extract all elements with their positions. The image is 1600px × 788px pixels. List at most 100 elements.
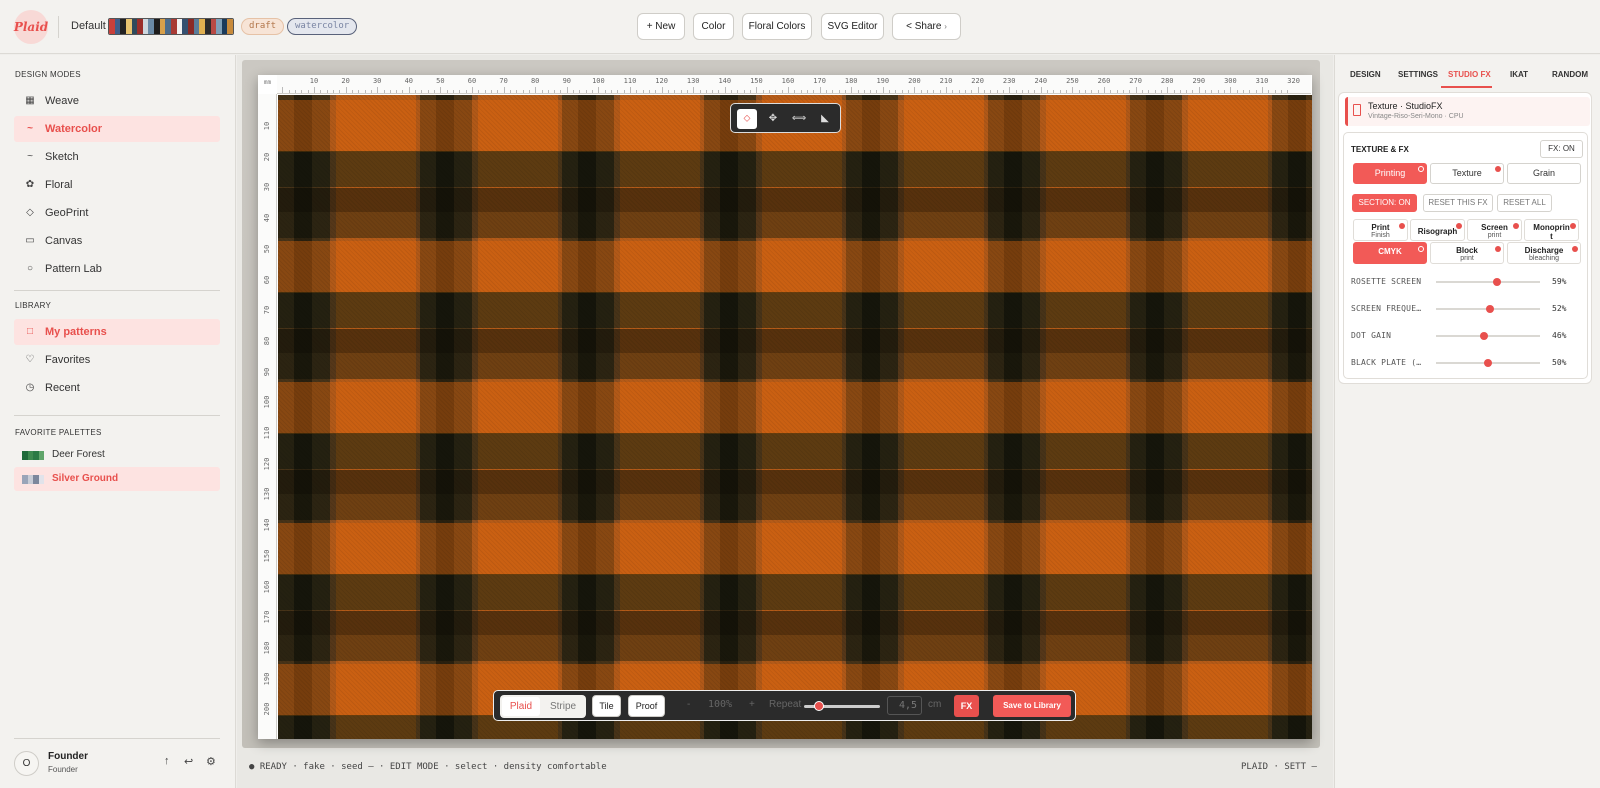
mode-watercolor[interactable]: ~ Watercolor (14, 116, 220, 142)
tab-settings[interactable]: SETTINGS (1398, 70, 1438, 79)
tab-design[interactable]: DESIGN (1350, 70, 1381, 79)
fx-button[interactable]: FX (954, 695, 979, 717)
ruler-tick-mark (712, 90, 714, 93)
ruler-tick-mark (863, 90, 865, 93)
dot-gain-slider[interactable] (1436, 332, 1540, 340)
ruler-tick-mark (332, 90, 334, 93)
ruler-tick-mark (636, 90, 638, 93)
ruler-tick-mark (927, 90, 929, 93)
plaid-logo[interactable]: Plaid (14, 10, 48, 44)
library-my-patterns[interactable]: □ My patterns (14, 319, 220, 345)
tab-ikat[interactable]: IKAT (1510, 70, 1528, 79)
library-heading: LIBRARY (15, 301, 52, 310)
ruler-tick-mark (889, 90, 891, 93)
black-plate-slider[interactable] (1436, 359, 1540, 367)
ruler-tick-mark (661, 87, 663, 93)
ruler-tick-mark (648, 90, 650, 93)
upload-icon[interactable]: ↑ (164, 755, 170, 767)
effect-discharge[interactable]: Discharge bleaching (1507, 242, 1581, 264)
repeat-label: Repeat (769, 699, 802, 710)
section-on-toggle[interactable]: SECTION: ON (1352, 194, 1417, 212)
effect-sub: t (1550, 232, 1553, 241)
texture-fx-heading: TEXTURE & FX (1351, 145, 1409, 154)
dot-gain-value: 46% (1552, 331, 1567, 340)
palette-deer-forest[interactable]: Deer Forest (14, 443, 220, 467)
plaid-pattern-canvas[interactable] (278, 95, 1312, 739)
ruler-tick-mark (446, 90, 448, 93)
stripe-tab[interactable]: Stripe (544, 697, 582, 716)
palette-swatch-strip[interactable] (108, 18, 234, 35)
mode-floral[interactable]: ✿ Floral (14, 172, 220, 198)
ruler-tick-mark (547, 90, 549, 93)
fx-on-toggle[interactable]: FX: ON (1540, 140, 1583, 158)
divider (14, 290, 220, 291)
repeat-slider[interactable] (804, 701, 880, 711)
repeat-slider-handle[interactable] (814, 701, 825, 711)
canvas-toolbar: ⬦ ✥ ⟺ ◣ (730, 103, 841, 133)
ruler-tick-mark (301, 90, 303, 93)
reset-this-fx-button[interactable]: RESET THIS FX (1423, 194, 1493, 212)
ruler-tick-mark (699, 90, 701, 93)
ruler-tick-mark (762, 90, 764, 93)
ruler-tick-mark (1040, 87, 1042, 93)
reset-all-button[interactable]: RESET ALL (1497, 194, 1552, 212)
ruler-tick-mark (497, 90, 499, 93)
subtab-printing[interactable]: Printing (1353, 163, 1427, 184)
tab-studio-fx[interactable]: STUDIO FX (1448, 70, 1491, 79)
palette-silver-ground[interactable]: Silver Ground (14, 467, 220, 491)
mode-pattern-lab[interactable]: ○ Pattern Lab (14, 256, 220, 282)
measure-tool-icon[interactable]: ⟺ (789, 109, 809, 129)
effect-sub: print (1460, 255, 1474, 262)
library-favorites[interactable]: ♡ Favorites (14, 347, 220, 373)
proof-button[interactable]: Proof (628, 695, 665, 717)
ruler-tick-mark (1141, 90, 1143, 93)
subtab-grain[interactable]: Grain (1507, 163, 1581, 184)
ruler-tick-mark (1179, 90, 1181, 93)
mode-geoprint[interactable]: ◇ GeoPrint (14, 200, 220, 226)
ruler-tick-label: 10 (309, 77, 319, 85)
zoom-in-button[interactable]: + (749, 699, 755, 710)
settings-gear-icon[interactable]: ⚙ (206, 755, 216, 768)
library-recent[interactable]: ◷ Recent (14, 375, 220, 401)
ruler-tick-mark (592, 90, 594, 93)
tile-button[interactable]: Tile (592, 695, 621, 717)
undo-icon[interactable]: ↩ (184, 755, 193, 768)
avatar[interactable]: O (14, 751, 39, 776)
ruler-tick-mark (933, 90, 935, 93)
mode-weave[interactable]: ▦ Weave (14, 88, 220, 114)
zoom-out-button[interactable]: - (687, 699, 690, 710)
plaid-tab[interactable]: Plaid (502, 697, 540, 716)
rosette-screen-slider[interactable] (1436, 278, 1540, 286)
project-name[interactable]: Default (71, 20, 106, 32)
ruler-tick-mark (971, 90, 973, 93)
share-button[interactable]: < Share › (892, 13, 961, 40)
ruler-tick-mark (364, 90, 366, 93)
slider-handle[interactable] (1484, 359, 1492, 367)
design-modes-heading: DESIGN MODES (15, 70, 81, 79)
ruler-tick-mark (585, 90, 587, 93)
active-tab-indicator (1441, 86, 1492, 88)
indicator-dot (1399, 223, 1405, 229)
color-button[interactable]: Color (693, 13, 734, 40)
select-tool-icon[interactable]: ⬦ (737, 109, 757, 129)
svg-editor-button[interactable]: SVG Editor (821, 13, 884, 40)
mode-sketch[interactable]: ~ Sketch (14, 144, 220, 170)
repeat-input[interactable]: 4,5 (887, 696, 922, 715)
screen-frequency-slider[interactable] (1436, 305, 1540, 313)
subtab-texture[interactable]: Texture (1430, 163, 1504, 184)
save-to-library-button[interactable]: Save to Library (993, 695, 1071, 717)
ruler-tick-mark (1148, 90, 1150, 93)
move-tool-icon[interactable]: ✥ (763, 109, 783, 129)
angle-tool-icon[interactable]: ◣ (815, 109, 835, 129)
tab-random[interactable]: RANDOM (1552, 70, 1588, 79)
new-button[interactable]: + New (637, 13, 685, 40)
floral-colors-button[interactable]: Floral Colors (742, 13, 812, 40)
effect-cmyk[interactable]: CMYK (1353, 242, 1427, 264)
ruler-tick-mark (686, 90, 688, 93)
effect-block-print[interactable]: Block print (1430, 242, 1504, 264)
ruler-tick-mark (977, 87, 979, 93)
mode-canvas[interactable]: ▭ Canvas (14, 228, 220, 254)
ruler-tick-mark (838, 90, 840, 93)
slider-handle[interactable] (1479, 332, 1488, 340)
canvas-icon: ▭ (25, 235, 35, 246)
